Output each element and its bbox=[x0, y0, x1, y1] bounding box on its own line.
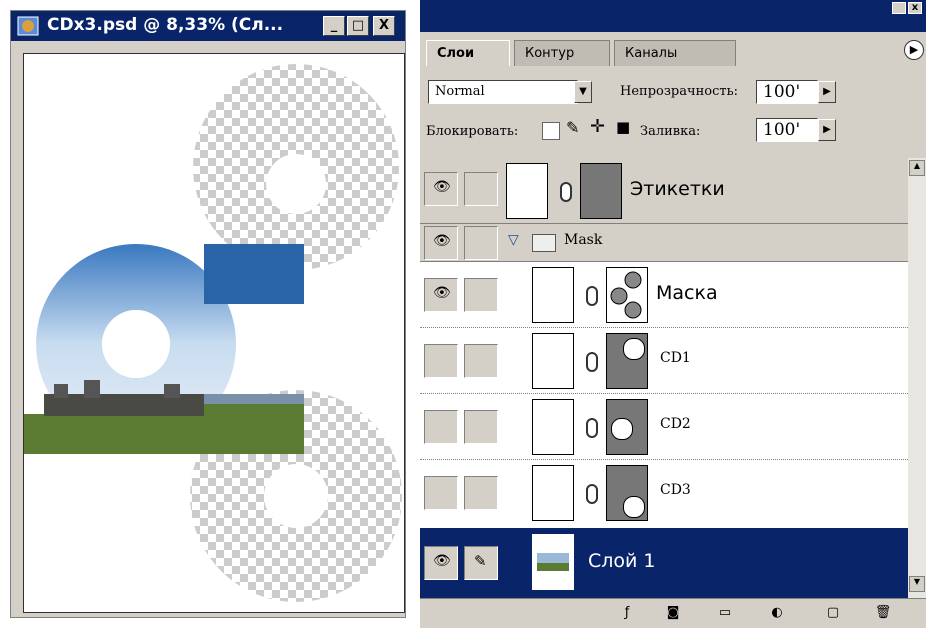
layer-row-layer1[interactable]: 👁 ✎ Слой 1 bbox=[420, 528, 908, 598]
photoshop-doc-icon bbox=[17, 16, 39, 36]
chain-link-icon[interactable] bbox=[586, 286, 598, 306]
minimize-button[interactable]: _ bbox=[323, 16, 345, 36]
panel-minimize-button[interactable] bbox=[892, 2, 906, 14]
fill-input[interactable]: 100' bbox=[756, 118, 818, 142]
scroll-up-icon[interactable]: ▲ bbox=[909, 160, 925, 176]
mask-thumbnail bbox=[606, 399, 648, 455]
lock-all-icon[interactable]: ■ bbox=[616, 118, 630, 136]
group-name: Mask bbox=[564, 232, 603, 248]
fill-label: Заливка: bbox=[640, 124, 701, 139]
new-layer-icon[interactable]: ▢ bbox=[824, 605, 842, 621]
close-button[interactable]: X bbox=[373, 16, 395, 36]
layer-style-icon[interactable]: ƒ bbox=[618, 605, 636, 621]
layer-name: CD1 bbox=[660, 350, 691, 366]
panel-menu-icon[interactable]: ▶ bbox=[904, 40, 924, 60]
scroll-down-icon[interactable]: ▼ bbox=[909, 576, 925, 592]
opacity-input[interactable]: 100' bbox=[756, 80, 818, 104]
layer-thumbnail bbox=[532, 534, 574, 590]
layer-row-cd2[interactable]: CD2 bbox=[420, 394, 908, 460]
layer-row-mask[interactable]: 👁 Маска bbox=[420, 262, 908, 328]
layer-list: 👁 Этикетки 👁 ▽ Mask 👁 Маска CD1 CD2 CD3 … bbox=[420, 158, 908, 598]
lock-brush-icon[interactable]: ✎ bbox=[566, 118, 579, 137]
tab-layers[interactable]: Слои bbox=[426, 40, 510, 66]
maximize-button[interactable]: □ bbox=[347, 16, 369, 36]
chain-link-icon[interactable] bbox=[560, 182, 572, 202]
layer-list-scrollbar[interactable]: ▲ ▼ bbox=[908, 158, 926, 598]
fill-arrow-icon[interactable]: ▶ bbox=[818, 119, 836, 141]
layer-thumbnail bbox=[532, 267, 574, 323]
trash-icon[interactable]: 🗑 bbox=[874, 605, 892, 621]
eye-icon[interactable]: 👁 bbox=[424, 546, 458, 580]
opacity-label: Непрозрачность: bbox=[620, 84, 739, 99]
document-canvas[interactable] bbox=[23, 53, 405, 613]
window-divider bbox=[406, 0, 420, 628]
eye-icon[interactable]: 👁 bbox=[424, 226, 458, 260]
mask-thumbnail bbox=[606, 267, 648, 323]
eye-hidden-cell[interactable] bbox=[424, 410, 458, 444]
mask-thumbnail bbox=[580, 163, 622, 219]
layer-thumbnail bbox=[506, 163, 548, 219]
link-cell[interactable] bbox=[464, 344, 498, 378]
chain-link-icon[interactable] bbox=[586, 484, 598, 504]
cd-top-shape bbox=[193, 64, 400, 270]
chain-link-icon[interactable] bbox=[586, 418, 598, 438]
panel-tabs: Слои Контур Каналы ▶ bbox=[420, 32, 926, 66]
chevron-down-icon[interactable]: ▽ bbox=[508, 232, 519, 248]
layer-name: Этикетки bbox=[630, 178, 725, 200]
layer-row-cd1[interactable]: CD1 bbox=[420, 328, 908, 394]
lock-transparency-icon[interactable] bbox=[542, 122, 560, 140]
layer-row-cd3[interactable]: CD3 bbox=[420, 460, 908, 528]
tab-channels[interactable]: Каналы bbox=[614, 40, 736, 66]
link-cell[interactable] bbox=[464, 410, 498, 444]
layer-name: CD2 bbox=[660, 416, 691, 432]
adjustment-layer-icon[interactable]: ◐ bbox=[768, 605, 786, 621]
link-cell[interactable] bbox=[464, 476, 498, 510]
document-title-bar[interactable]: CDx3.psd @ 8,33% (Сл... _ □ X bbox=[11, 11, 405, 41]
opacity-arrow-icon[interactable]: ▶ bbox=[818, 81, 836, 103]
layer-row-labels[interactable]: 👁 Этикетки bbox=[420, 158, 908, 224]
lock-label: Блокировать: bbox=[426, 124, 519, 139]
new-group-icon[interactable]: ▭ bbox=[716, 605, 734, 621]
folder-icon bbox=[532, 234, 556, 252]
link-cell[interactable] bbox=[464, 278, 498, 312]
link-cell[interactable] bbox=[464, 172, 498, 206]
blend-mode-select[interactable]: Normal bbox=[428, 80, 578, 104]
layers-panel: x Слои Контур Каналы ▶ Normal ▼ Непрозра… bbox=[420, 0, 926, 628]
layer-name: Маска bbox=[656, 282, 718, 304]
layer-thumbnail bbox=[532, 465, 574, 521]
tab-paths[interactable]: Контур bbox=[514, 40, 610, 66]
panel-title-bar[interactable]: x bbox=[420, 0, 926, 32]
layer-thumbnail bbox=[532, 333, 574, 389]
chain-link-icon[interactable] bbox=[586, 352, 598, 372]
eye-hidden-cell[interactable] bbox=[424, 476, 458, 510]
layer-name: CD3 bbox=[660, 482, 691, 498]
eye-icon[interactable]: 👁 bbox=[424, 278, 458, 312]
eye-icon[interactable]: 👁 bbox=[424, 172, 458, 206]
brush-icon[interactable]: ✎ bbox=[464, 546, 498, 580]
layer-thumbnail bbox=[532, 399, 574, 455]
add-mask-icon[interactable]: ◙ bbox=[664, 605, 682, 621]
link-cell[interactable] bbox=[464, 226, 498, 260]
mask-thumbnail bbox=[606, 465, 648, 521]
layer-group-mask[interactable]: 👁 ▽ Mask bbox=[420, 224, 908, 262]
document-window: CDx3.psd @ 8,33% (Сл... _ □ X bbox=[10, 10, 406, 618]
lock-position-icon[interactable]: ✛ bbox=[590, 116, 605, 137]
layer-name: Слой 1 bbox=[588, 550, 656, 572]
document-title: CDx3.psd @ 8,33% (Сл... bbox=[47, 15, 284, 35]
chevron-down-icon[interactable]: ▼ bbox=[574, 81, 592, 103]
eye-hidden-cell[interactable] bbox=[424, 344, 458, 378]
canvas-artwork bbox=[24, 64, 403, 602]
mask-thumbnail bbox=[606, 333, 648, 389]
panel-bottom-toolbar: ƒ ◙ ▭ ◐ ▢ 🗑 bbox=[420, 598, 926, 628]
panel-close-button[interactable]: x bbox=[908, 2, 922, 14]
